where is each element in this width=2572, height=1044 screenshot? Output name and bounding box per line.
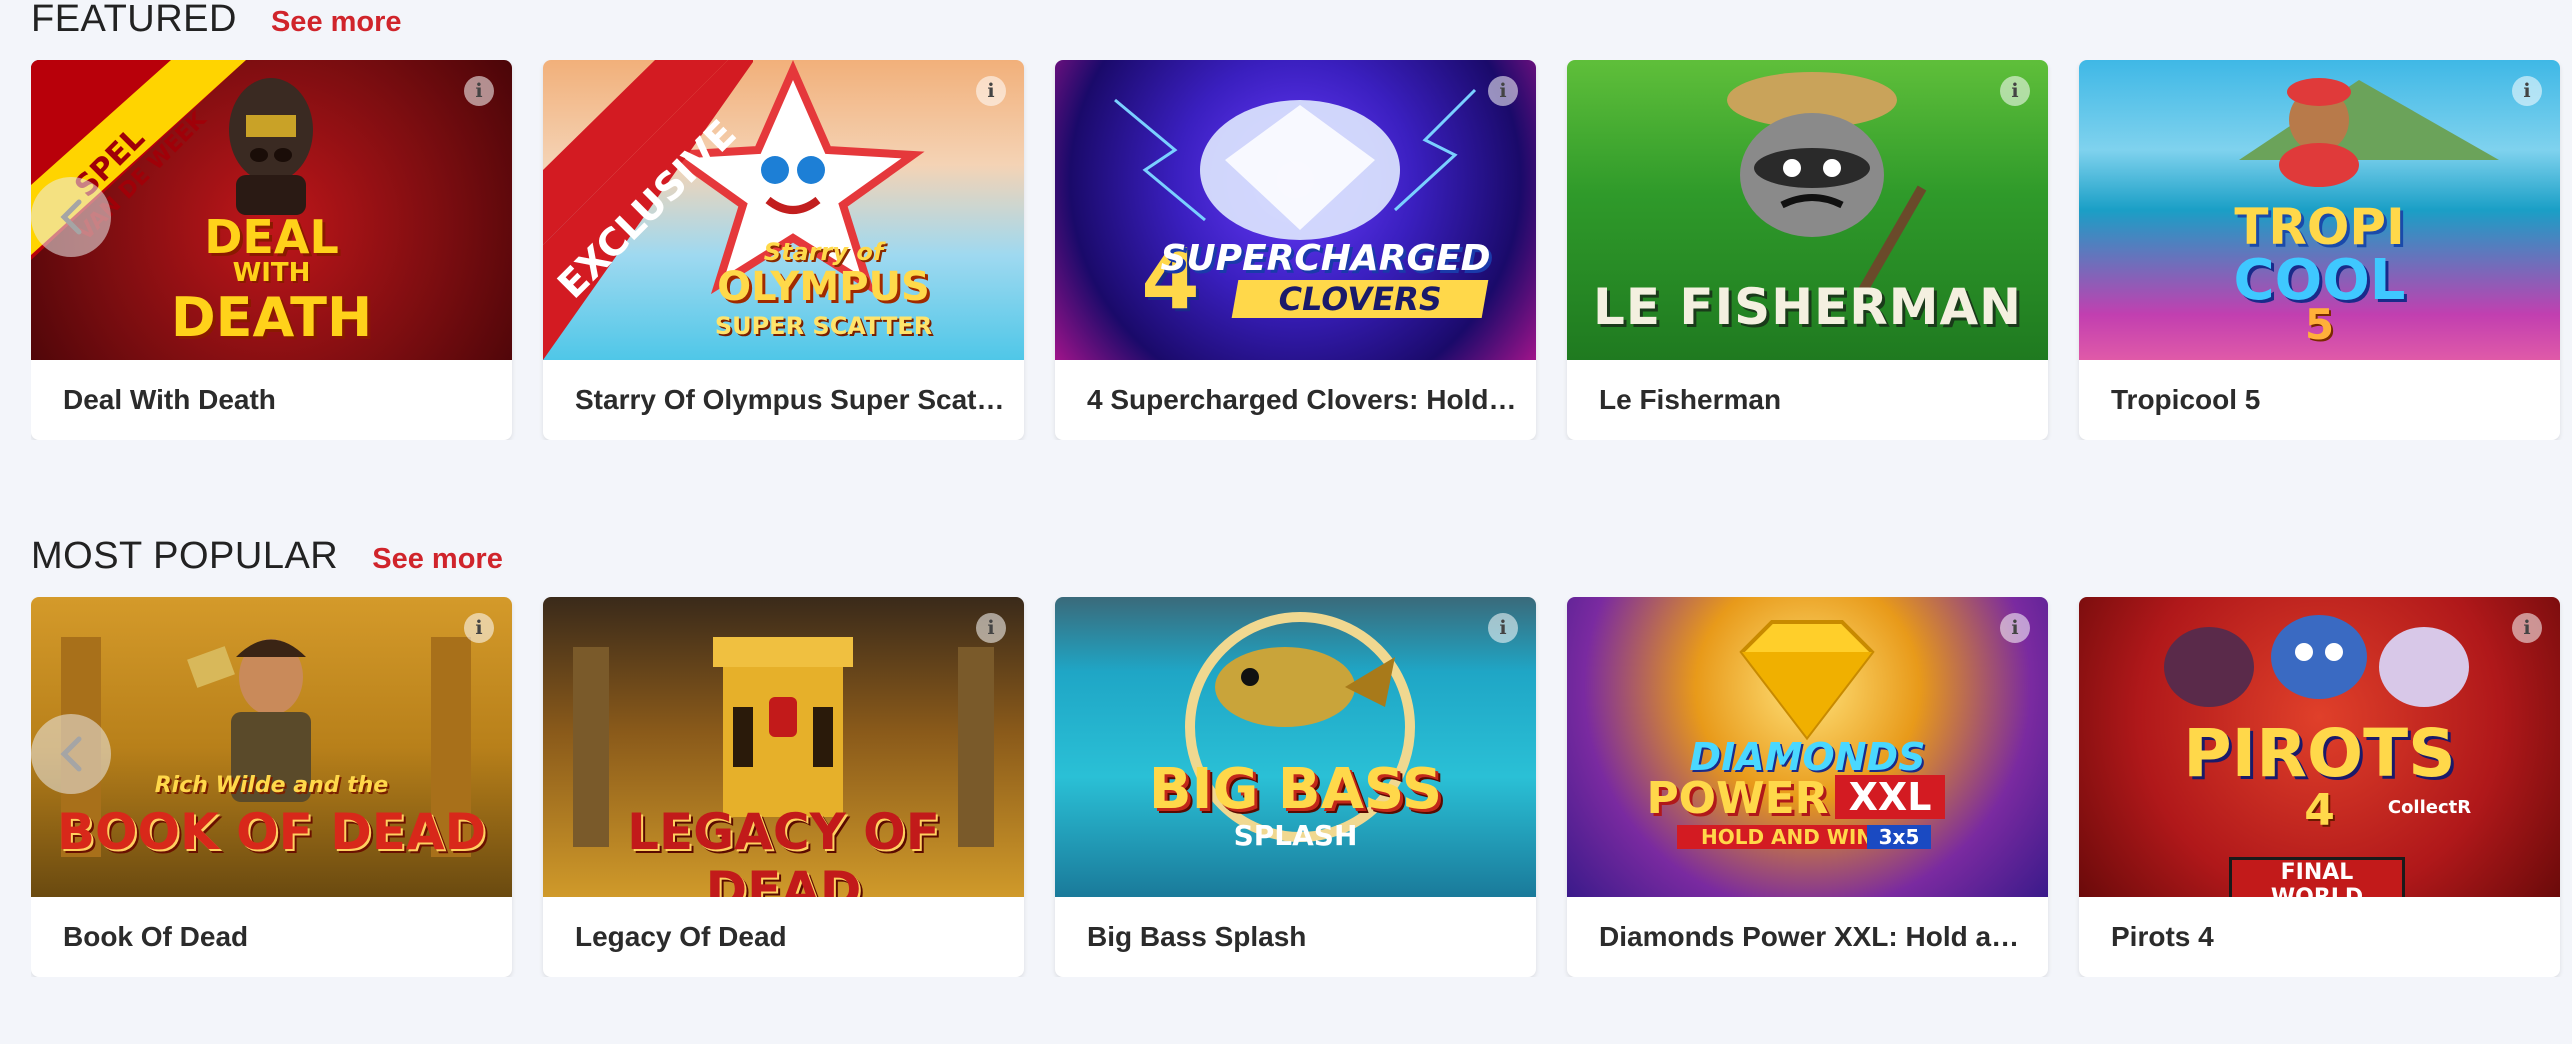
game-logo-line: XXL: [1835, 775, 1945, 819]
game-card[interactable]: Starry of OLYMPUS SUPER SCATTER EXCLUSIV…: [543, 60, 1024, 440]
game-card[interactable]: PIROTS 4 CollectR FINAL WORLD i Pirots 4: [2079, 597, 2560, 977]
featured-carousel: DEAL WITH DEATH SPEL VAN DE WEEK i Deal …: [31, 60, 2572, 440]
info-icon[interactable]: i: [464, 76, 494, 106]
info-icon[interactable]: i: [1488, 613, 1518, 643]
carousel-prev-button[interactable]: [31, 714, 111, 794]
game-title: Diamonds Power XXL: Hold and Win: [1599, 921, 2029, 952]
game-logo-line: WITH: [232, 258, 311, 288]
game-card[interactable]: TROPI COOL 5 i Tropicool 5: [2079, 60, 2560, 440]
section-title: FEATURED: [31, 0, 237, 40]
game-title: Starry Of Olympus Super Scatter: [575, 384, 1005, 415]
game-logo-line: BOOK OF DEAD: [56, 803, 487, 861]
game-logo-line: LE FISHERMAN: [1593, 278, 2022, 336]
info-icon[interactable]: i: [1488, 76, 1518, 106]
game-card[interactable]: LE FISHERMAN i Le Fisherman: [1567, 60, 2048, 440]
info-icon[interactable]: i: [464, 613, 494, 643]
game-card[interactable]: 4 SUPERCHARGED CLOVERS i 4 Supercharged …: [1055, 60, 1536, 440]
game-card[interactable]: DIAMONDS POWER XXL HOLD AND WIN 3x5 i Di…: [1567, 597, 2048, 977]
game-logo-line: FINAL WORLD: [2229, 857, 2405, 897]
game-title: Le Fisherman: [1599, 384, 1782, 415]
info-icon[interactable]: i: [2000, 76, 2030, 106]
game-thumbnail[interactable]: BIG BASS SPLASH i: [1055, 597, 1536, 897]
info-icon[interactable]: i: [2512, 613, 2542, 643]
info-icon[interactable]: i: [2512, 76, 2542, 106]
popular-header: MOST POPULAR See more: [31, 535, 503, 578]
info-icon[interactable]: i: [976, 76, 1006, 106]
popular-carousel: Rich Wilde and the BOOK OF DEAD i Book O…: [31, 597, 2572, 977]
game-thumbnail[interactable]: 4 SUPERCHARGED CLOVERS i: [1055, 60, 1536, 360]
game-thumbnail[interactable]: TROPI COOL 5 i: [2079, 60, 2560, 360]
game-card[interactable]: BIG BASS SPLASH i Big Bass Splash: [1055, 597, 1536, 977]
game-logo-line: CollectR: [2387, 797, 2472, 818]
info-icon[interactable]: i: [2000, 613, 2030, 643]
game-logo-line: SUPER SCATTER: [714, 312, 933, 340]
fish-art: [1185, 612, 1415, 842]
game-thumbnail[interactable]: DIAMONDS POWER XXL HOLD AND WIN 3x5 i: [1567, 597, 2048, 897]
game-thumbnail[interactable]: LE FISHERMAN i: [1567, 60, 2048, 360]
game-logo-line: PIROTS: [2183, 715, 2456, 792]
section-title: MOST POPULAR: [31, 535, 339, 577]
game-title: Pirots 4: [2111, 921, 2214, 952]
chevron-left-icon: [60, 199, 82, 235]
game-card[interactable]: Rich Wilde and the BOOK OF DEAD i Book O…: [31, 597, 512, 977]
see-more-link[interactable]: See more: [271, 6, 402, 39]
game-thumbnail[interactable]: LEGACY OF DEAD i: [543, 597, 1024, 897]
game-title: 4 Supercharged Clovers: Hold and Win: [1087, 384, 1517, 415]
game-title: Book Of Dead: [63, 921, 249, 952]
game-logo-line: CLOVERS: [1231, 280, 1489, 318]
game-logo-line: HOLD AND WIN: [1677, 825, 1897, 849]
game-title: Deal With Death: [63, 384, 276, 415]
see-more-link[interactable]: See more: [372, 543, 503, 576]
featured-header: FEATURED See more: [31, 0, 402, 41]
info-icon[interactable]: i: [976, 613, 1006, 643]
game-logo-line: DEATH: [170, 286, 373, 349]
game-logo-line: 5: [2304, 300, 2335, 349]
game-logo-line: Starry of: [763, 238, 884, 266]
game-logo-line: SUPERCHARGED: [1160, 238, 1491, 279]
game-thumbnail[interactable]: PIROTS 4 CollectR FINAL WORLD i: [2079, 597, 2560, 897]
game-title: Big Bass Splash: [1087, 921, 1307, 952]
game-card[interactable]: LEGACY OF DEAD i Legacy Of Dead: [543, 597, 1024, 977]
carousel-prev-button[interactable]: [31, 177, 111, 257]
game-logo-line: OLYMPUS: [717, 264, 930, 310]
game-title: Legacy Of Dead: [575, 921, 787, 952]
game-card[interactable]: DEAL WITH DEATH SPEL VAN DE WEEK i Deal …: [31, 60, 512, 440]
game-logo-line: BIG BASS: [1148, 757, 1443, 822]
game-thumbnail[interactable]: Starry of OLYMPUS SUPER SCATTER EXCLUSIV…: [543, 60, 1024, 360]
game-logo-line: LEGACY OF DEAD: [627, 803, 940, 897]
game-logo-line: SPLASH: [1233, 819, 1358, 852]
game-logo-line: 3x5: [1867, 825, 1931, 849]
game-title: Tropicool 5: [2111, 384, 2261, 415]
chevron-left-icon: [60, 736, 82, 772]
